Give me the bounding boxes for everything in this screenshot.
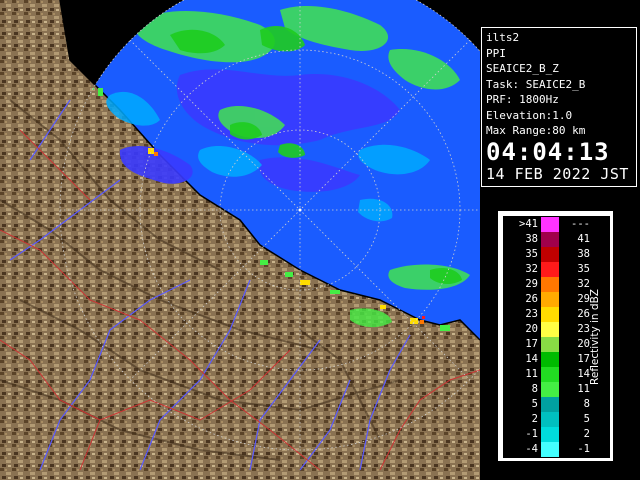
scale-lower-label: 11 — [525, 368, 538, 380]
scale-upper-label: 26 — [577, 308, 590, 320]
scale-upper-label: 11 — [577, 383, 590, 395]
scale-swatch — [541, 292, 559, 307]
scale-swatch — [541, 262, 559, 277]
scan-time: 04:04:13 — [486, 137, 610, 166]
scale-swatch — [541, 367, 559, 382]
scale-row: 58 — [504, 397, 604, 412]
max-range-value: Max Range:80 km — [486, 124, 586, 137]
scan-date: 14 FEB 2022 JST — [486, 164, 629, 183]
scale-upper-label: 23 — [577, 323, 590, 335]
scale-row: >41 --- — [504, 217, 604, 232]
scale-lower-label: 35 — [525, 248, 538, 260]
product-type: PPI — [486, 46, 506, 60]
scale-swatch — [541, 382, 559, 397]
scale-upper-label: 8 — [583, 398, 590, 410]
scale-upper-label: 20 — [577, 338, 590, 350]
dataset-name: SEAICE2_B_Z — [486, 62, 559, 75]
scale-lower-label: >41 — [519, 218, 538, 230]
radar-ppi-map — [0, 0, 480, 480]
scale-lower-label: -1 — [525, 428, 538, 440]
scale-swatch — [541, 277, 559, 292]
scale-upper-label: -1 — [577, 443, 590, 455]
scale-upper-label: 32 — [577, 278, 590, 290]
scale-upper-label: --- — [571, 218, 590, 230]
scale-swatch — [541, 352, 559, 367]
scale-row: 35 38 — [504, 247, 604, 262]
scale-upper-label: 14 — [577, 368, 590, 380]
scale-lower-label: 5 — [531, 398, 538, 410]
scale-lower-label: 38 — [525, 233, 538, 245]
info-panel: ilts2 PPI SEAICE2_B_Z Task: SEAICE2_B PR… — [481, 27, 637, 187]
scale-swatch — [541, 412, 559, 427]
scale-lower-label: 23 — [525, 308, 538, 320]
scale-row: -4 -1 — [504, 442, 604, 457]
scale-lower-label: -4 — [525, 443, 538, 455]
scale-upper-label: 38 — [577, 248, 590, 260]
scale-swatch — [541, 427, 559, 442]
scale-swatch — [541, 307, 559, 322]
scale-upper-label: 35 — [577, 263, 590, 275]
scale-row: 38 41 — [504, 232, 604, 247]
scale-lower-label: 2 — [531, 413, 538, 425]
scale-lower-label: 32 — [525, 263, 538, 275]
scale-swatch — [541, 442, 559, 457]
scale-swatch — [541, 397, 559, 412]
scale-upper-label: 41 — [577, 233, 590, 245]
scale-row: 32 35 — [504, 262, 604, 277]
site-name: ilts2 — [486, 31, 520, 44]
scale-lower-label: 8 — [531, 383, 538, 395]
elevation-value: Elevation:1.0 — [486, 108, 573, 122]
scale-swatch — [541, 247, 559, 262]
scale-swatch — [541, 232, 559, 247]
scale-upper-label: 2 — [583, 428, 590, 440]
scale-row: 25 — [504, 412, 604, 427]
scale-lower-label: 17 — [525, 338, 538, 350]
scale-lower-label: 20 — [525, 323, 538, 335]
scale-lower-label: 14 — [525, 353, 538, 365]
scale-row: -1 2 — [504, 427, 604, 442]
scale-swatch — [541, 322, 559, 337]
task-name: Task: SEAICE2_B — [486, 77, 586, 91]
scale-upper-label: 17 — [577, 353, 590, 365]
scale-lower-label: 29 — [525, 278, 538, 290]
radar-site-marker — [298, 208, 302, 212]
scale-upper-label: 29 — [577, 293, 590, 305]
scale-swatch — [541, 337, 559, 352]
scale-lower-label: 26 — [525, 293, 538, 305]
prf-value: PRF: 1800Hz — [486, 93, 559, 106]
color-scale-panel: >41 --- 38 41 35 38 32 35 29 32 26 29 23 26 20 23 17 20 14… — [498, 211, 613, 461]
scale-upper-label: 5 — [583, 413, 590, 425]
scale-unit-label: Reflectivity in dBZ — [589, 289, 601, 385]
scale-swatch — [541, 217, 559, 232]
